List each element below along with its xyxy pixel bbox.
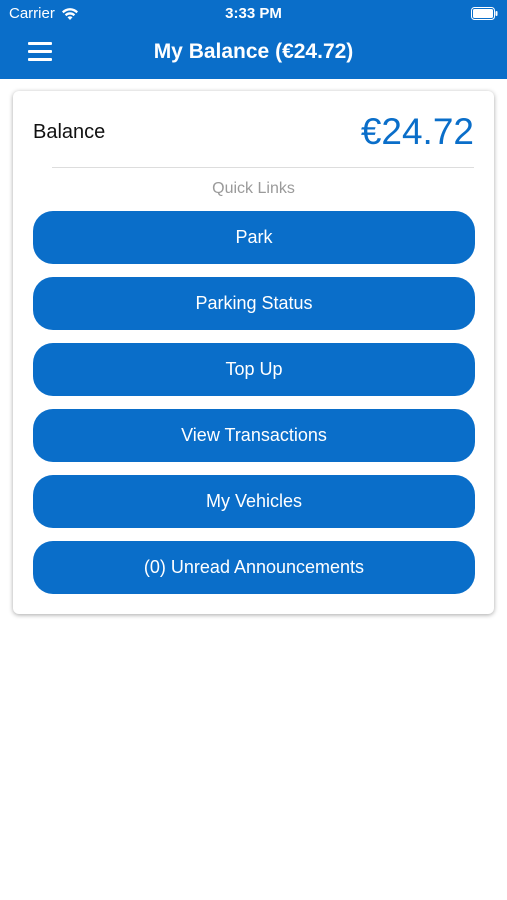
top-bar: Carrier 3:33 PM My Balance (€24.72) bbox=[0, 0, 507, 79]
status-bar: Carrier 3:33 PM bbox=[0, 0, 507, 28]
my-vehicles-button[interactable]: My Vehicles bbox=[33, 475, 475, 528]
view-transactions-button[interactable]: View Transactions bbox=[33, 409, 475, 462]
quick-links-heading: Quick Links bbox=[212, 180, 295, 197]
unread-announcements-button[interactable]: (0) Unread Announcements bbox=[33, 541, 475, 594]
top-up-button[interactable]: Top Up bbox=[33, 343, 475, 396]
balance-card: Balance €24.72 Quick Links Park Parking … bbox=[13, 91, 494, 614]
balance-label: Balance bbox=[33, 121, 106, 143]
park-button[interactable]: Park bbox=[33, 211, 475, 264]
divider bbox=[52, 167, 474, 168]
battery-icon bbox=[471, 7, 498, 20]
nav-bar: My Balance (€24.72) bbox=[0, 28, 507, 79]
parking-status-button[interactable]: Parking Status bbox=[33, 277, 475, 330]
status-time: 3:33 PM bbox=[225, 5, 282, 22]
page-title: My Balance (€24.72) bbox=[153, 40, 354, 63]
balance-value: €24.72 bbox=[360, 111, 474, 152]
balance-row: Balance €24.72 bbox=[33, 109, 474, 159]
quick-links-list: Park Parking Status Top Up View Transact… bbox=[33, 211, 475, 607]
